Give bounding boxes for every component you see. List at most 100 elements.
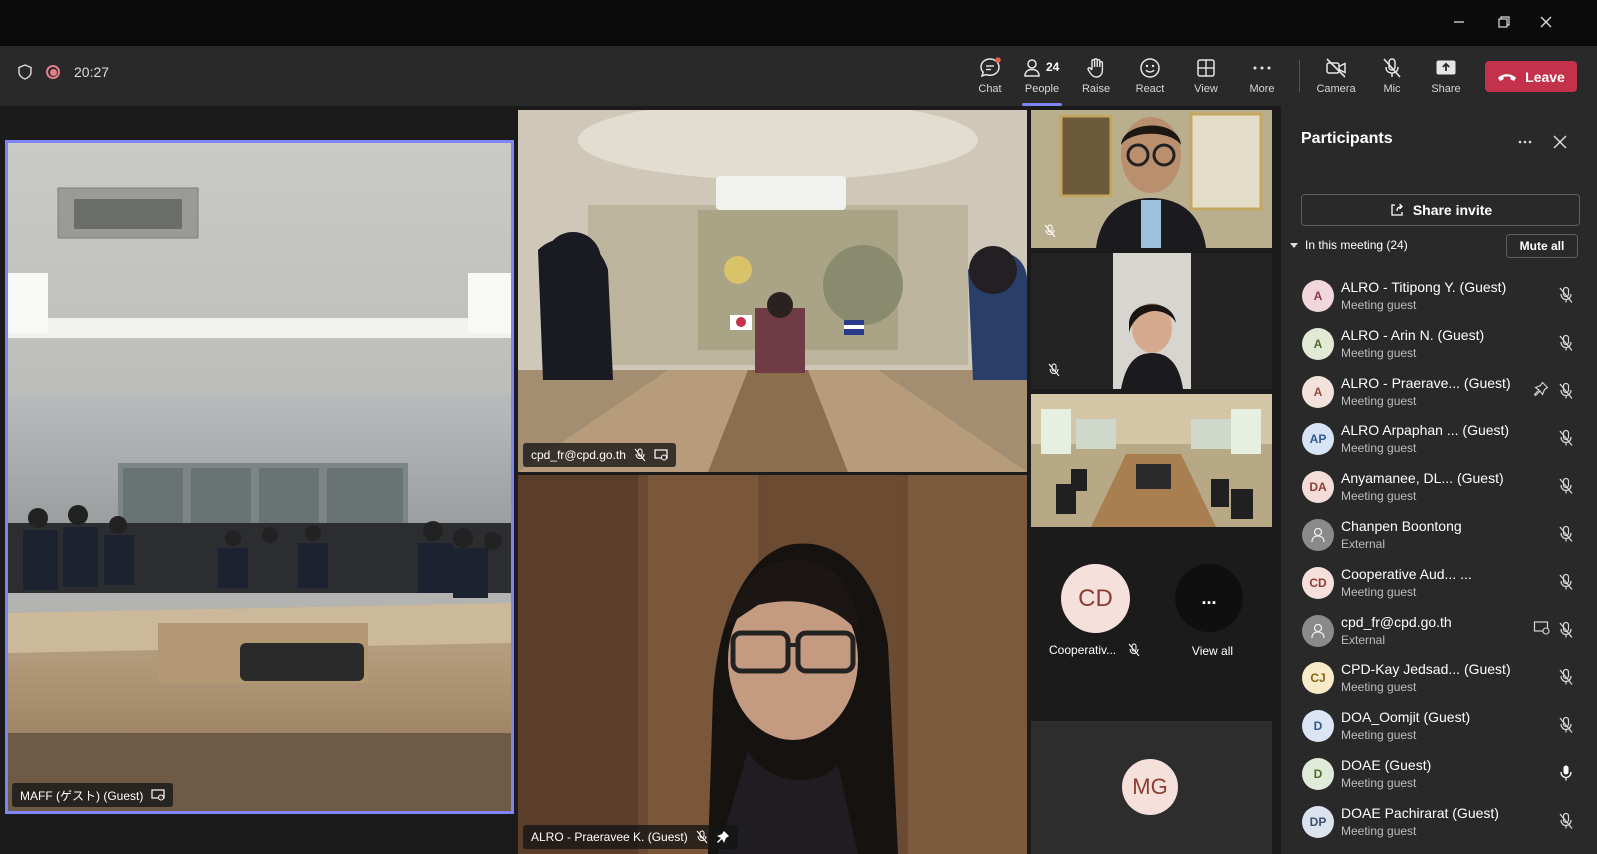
screen-share-indicator-icon xyxy=(151,789,165,801)
participant-avatar: A xyxy=(1302,375,1334,408)
hang-up-icon xyxy=(1498,73,1517,81)
leave-button[interactable]: Leave xyxy=(1485,61,1577,92)
tile-name: ALRO - Praeravee K. (Guest) xyxy=(531,830,688,844)
view-all-label: View all xyxy=(1191,644,1234,658)
participant-row[interactable]: A ALRO - Arin N. (Guest) Meeting guest xyxy=(1281,320,1597,368)
participant-row[interactable]: AP ALRO Arpaphan ... (Guest) Meeting guest xyxy=(1281,415,1597,463)
avatar-initials: D xyxy=(1313,719,1323,734)
tile-label-alro: ALRO - Praeravee K. (Guest) xyxy=(523,825,738,849)
video-tile-room-wide[interactable] xyxy=(1031,394,1272,527)
video-tile-maff[interactable]: MAFF (ゲスト) (Guest) xyxy=(5,140,514,814)
view-all-dots: ... xyxy=(1201,587,1217,608)
mic-off-icon[interactable] xyxy=(1558,716,1574,739)
mic-off-icon[interactable] xyxy=(1558,477,1574,500)
share-button[interactable]: Share xyxy=(1420,54,1472,100)
participant-name: DOAE (Guest) xyxy=(1341,756,1432,773)
mic-off-icon[interactable] xyxy=(1558,621,1574,644)
participant-name: ALRO - Titipong Y. (Guest) xyxy=(1341,279,1507,295)
participant-row[interactable]: CD Cooperative Aud... ... Meeting guest xyxy=(1281,559,1597,607)
participant-row[interactable]: A ALRO - Titipong Y. (Guest) Meeting guest xyxy=(1281,272,1597,320)
close-panel-icon[interactable] xyxy=(1552,134,1568,150)
participant-row[interactable]: Chanpen Boontong External xyxy=(1281,511,1597,559)
view-all-tile[interactable]: ... View all xyxy=(1153,531,1272,671)
raise-hand-button[interactable]: Raise xyxy=(1070,54,1122,100)
participant-row[interactable]: D DOA_Oomjit (Guest) Meeting guest xyxy=(1281,702,1597,750)
participant-row[interactable]: CJ CPD-Kay Jedsad... (Guest) Meeting guest xyxy=(1281,654,1597,702)
participant-avatar xyxy=(1302,614,1334,647)
avatar-initials: A xyxy=(1313,336,1323,351)
participant-row[interactable]: A ALRO - Praerave... (Guest) Meeting guest xyxy=(1281,368,1597,416)
mic-off-icon[interactable] xyxy=(1558,812,1574,835)
participant-name: ALRO - Praerave... (Guest) xyxy=(1341,374,1511,391)
share-screen-icon xyxy=(1436,60,1456,75)
view-label: View xyxy=(1194,83,1218,95)
tile-name: cpd_fr@cpd.go.th xyxy=(531,448,626,462)
avatar: CD xyxy=(1061,564,1130,633)
video-tile-man-glasses[interactable] xyxy=(1031,110,1272,248)
participant-role: External xyxy=(1341,536,1386,551)
participant-row[interactable]: DP DOAE Pachirarat (Guest) Meeting guest xyxy=(1281,798,1597,846)
mic-off-icon[interactable] xyxy=(1558,382,1574,405)
avatar-initials: A xyxy=(1313,384,1323,399)
mic-off-icon[interactable] xyxy=(1558,429,1574,452)
more-options-icon[interactable] xyxy=(1517,134,1533,150)
avatar-initials: CJ xyxy=(1310,671,1326,686)
people-button[interactable]: 24 People xyxy=(1016,54,1068,106)
mic-off-icon xyxy=(634,448,646,462)
participant-video xyxy=(1031,253,1272,389)
avatar-initials: DA xyxy=(1309,480,1327,495)
avatar-tile-label: Cooperativ... xyxy=(1049,643,1140,657)
participant-name: Anyamanee, DL... (Guest) xyxy=(1341,470,1504,487)
mic-off-icon[interactable] xyxy=(1558,286,1574,309)
participant-role: Meeting guest xyxy=(1341,298,1417,312)
participant-role: Meeting guest xyxy=(1341,441,1417,456)
participant-role: Meeting guest xyxy=(1341,680,1417,695)
mic-off-icon[interactable] xyxy=(1558,525,1574,548)
mic-off-icon xyxy=(696,830,708,844)
in-meeting-label: In this meeting (24) xyxy=(1305,238,1408,252)
close-window-icon[interactable] xyxy=(1535,12,1557,34)
participant-role: External xyxy=(1341,632,1386,647)
video-tile-alro[interactable]: ALRO - Praeravee K. (Guest) xyxy=(518,475,1027,854)
avatar-initials: MG xyxy=(1132,774,1168,799)
chat-button[interactable]: Chat xyxy=(964,54,1016,100)
participant-row[interactable]: cpd_fr@cpd.go.th External xyxy=(1281,607,1597,655)
more-icon xyxy=(1253,66,1271,70)
participant-name: Chanpen Boontong xyxy=(1341,517,1462,534)
participant-role: Meeting guest xyxy=(1341,823,1417,838)
video-tile-woman-portrait[interactable] xyxy=(1031,253,1272,389)
avatar-tile-mg[interactable]: MG xyxy=(1031,721,1272,854)
restore-icon[interactable] xyxy=(1493,12,1515,34)
participant-role: Meeting guest xyxy=(1341,345,1417,360)
raise-hand-icon xyxy=(1087,58,1104,78)
mic-off-icon xyxy=(1048,363,1060,377)
mic-off-icon[interactable] xyxy=(1558,573,1574,596)
participant-row[interactable]: D DOAE (Guest) Meeting guest xyxy=(1281,750,1597,798)
camera-button[interactable]: Camera xyxy=(1310,54,1362,100)
video-tile-cpd[interactable]: cpd_fr@cpd.go.th xyxy=(518,110,1027,472)
mic-on-icon[interactable] xyxy=(1558,764,1574,787)
participant-avatar xyxy=(1302,518,1334,551)
participant-row[interactable]: DA Anyamanee, DL... (Guest) Meeting guest xyxy=(1281,463,1597,511)
more-button[interactable]: More xyxy=(1236,54,1288,100)
participant-avatar: A xyxy=(1302,280,1334,312)
avatar-tile-cd[interactable]: CD Cooperativ... xyxy=(1031,531,1153,671)
participant-name: DOA_Oomjit (Guest) xyxy=(1341,709,1471,726)
participant-avatar: DA xyxy=(1302,471,1334,504)
shield-icon xyxy=(18,64,32,80)
mic-off-icon[interactable] xyxy=(1558,334,1574,357)
participant-avatar: CD xyxy=(1302,566,1334,599)
minimize-icon[interactable] xyxy=(1448,12,1470,34)
mute-all-button[interactable]: Mute all xyxy=(1506,234,1578,258)
participant-avatar: D xyxy=(1302,710,1334,743)
share-invite-button[interactable]: Share invite xyxy=(1301,194,1580,226)
avatar-initials: DP xyxy=(1309,814,1327,829)
mic-off-icon xyxy=(1044,224,1056,238)
share-icon xyxy=(1391,203,1403,216)
mic-button[interactable]: Mic xyxy=(1366,54,1418,100)
view-button[interactable]: View xyxy=(1180,54,1232,100)
pin-icon xyxy=(716,831,729,843)
mic-off-icon[interactable] xyxy=(1558,668,1574,691)
react-button[interactable]: React xyxy=(1124,54,1176,100)
in-meeting-header[interactable]: In this meeting (24) xyxy=(1289,238,1408,252)
